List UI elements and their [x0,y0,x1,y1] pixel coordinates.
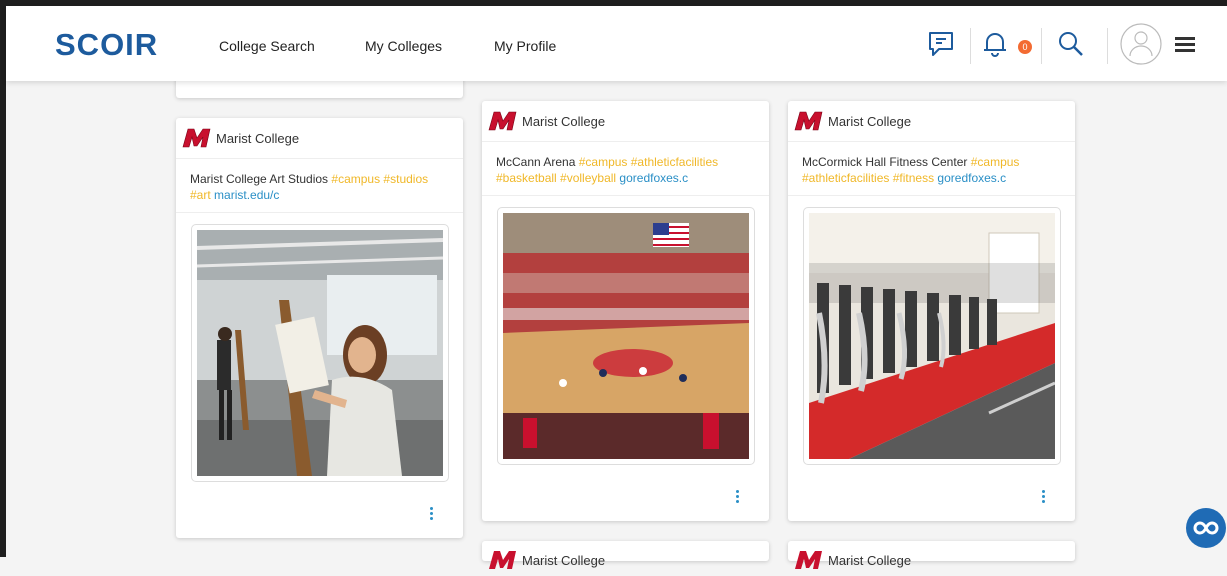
post-tags[interactable]: #athleticfacilities #fitness [802,171,934,185]
marist-logo[interactable] [794,110,826,137]
header-divider [1041,28,1042,64]
post-photo-frame[interactable] [497,207,755,465]
scoir-chat-button[interactable] [1186,508,1226,548]
post-link[interactable]: marist.edu/c [214,188,279,202]
post-link[interactable]: goredfoxes.c [937,171,1006,185]
post-photo-frame[interactable] [191,224,449,482]
post-tags[interactable]: #art [190,188,211,202]
post-caption: McCormick Hall Fitness Center #campus #a… [802,154,1063,186]
post-title: Marist College Art Studios [190,172,329,186]
card-header: Marist College [482,101,769,142]
more-options-button[interactable] [1036,486,1050,506]
post-photo [503,213,749,459]
marist-logo [488,549,520,576]
marist-logo [794,549,826,576]
post-link[interactable]: goredfoxes.c [619,171,688,185]
college-name[interactable]: Marist College [522,553,605,568]
post-card: Marist College McCann Arena #campus #ath… [482,101,769,521]
post-caption: McCann Arena #campus #athleticfacilities… [496,154,757,186]
post-card-partial: Marist College [482,541,769,569]
divider [482,195,769,196]
post-photo [197,230,443,476]
card-header: Marist College [176,118,463,159]
notification-badge: 0 [1018,40,1032,54]
marist-logo[interactable] [488,110,520,137]
marist-logo[interactable] [182,127,214,154]
post-tags[interactable]: #campus [971,155,1020,169]
college-name[interactable]: Marist College [216,131,299,146]
post-card-partial: Marist College [788,541,1075,569]
college-name[interactable]: Marist College [828,114,911,129]
message-icon[interactable] [924,27,958,61]
bell-icon[interactable] [978,27,1012,61]
more-options-button[interactable] [424,503,438,523]
post-tags[interactable]: #campus #studios [331,172,428,186]
post-photo-frame[interactable] [803,207,1061,465]
infinity-icon [1193,521,1219,535]
avatar-icon[interactable] [1120,23,1162,65]
card-header: Marist College [788,101,1075,142]
divider [176,212,463,213]
post-title: McCormick Hall Fitness Center [802,155,968,169]
divider [788,195,1075,196]
post-tags[interactable]: #campus #athleticfacilities [579,155,718,169]
header-divider [970,28,971,64]
college-name[interactable]: Marist College [522,114,605,129]
window-frame-left [0,0,6,557]
post-card: Marist College Marist College Art Studio… [176,118,463,538]
more-options-button[interactable] [730,486,744,506]
nav-college-search[interactable]: College Search [219,38,315,54]
search-icon[interactable] [1054,27,1088,61]
hamburger-menu-icon[interactable] [1168,27,1202,61]
post-tags[interactable]: #basketball #volleyball [496,171,616,185]
post-title: McCann Arena [496,155,576,169]
post-photo [809,213,1055,459]
post-caption: Marist College Art Studios #campus #stud… [190,171,451,203]
post-card: Marist College McCormick Hall Fitness Ce… [788,101,1075,521]
top-header: SCOIR College Search My Colleges My Prof… [6,6,1227,81]
nav-my-colleges[interactable]: My Colleges [365,38,442,54]
nav-my-profile[interactable]: My Profile [494,38,556,54]
header-divider [1107,28,1108,64]
college-name[interactable]: Marist College [828,553,911,568]
scoir-logo[interactable]: SCOIR [55,27,158,63]
